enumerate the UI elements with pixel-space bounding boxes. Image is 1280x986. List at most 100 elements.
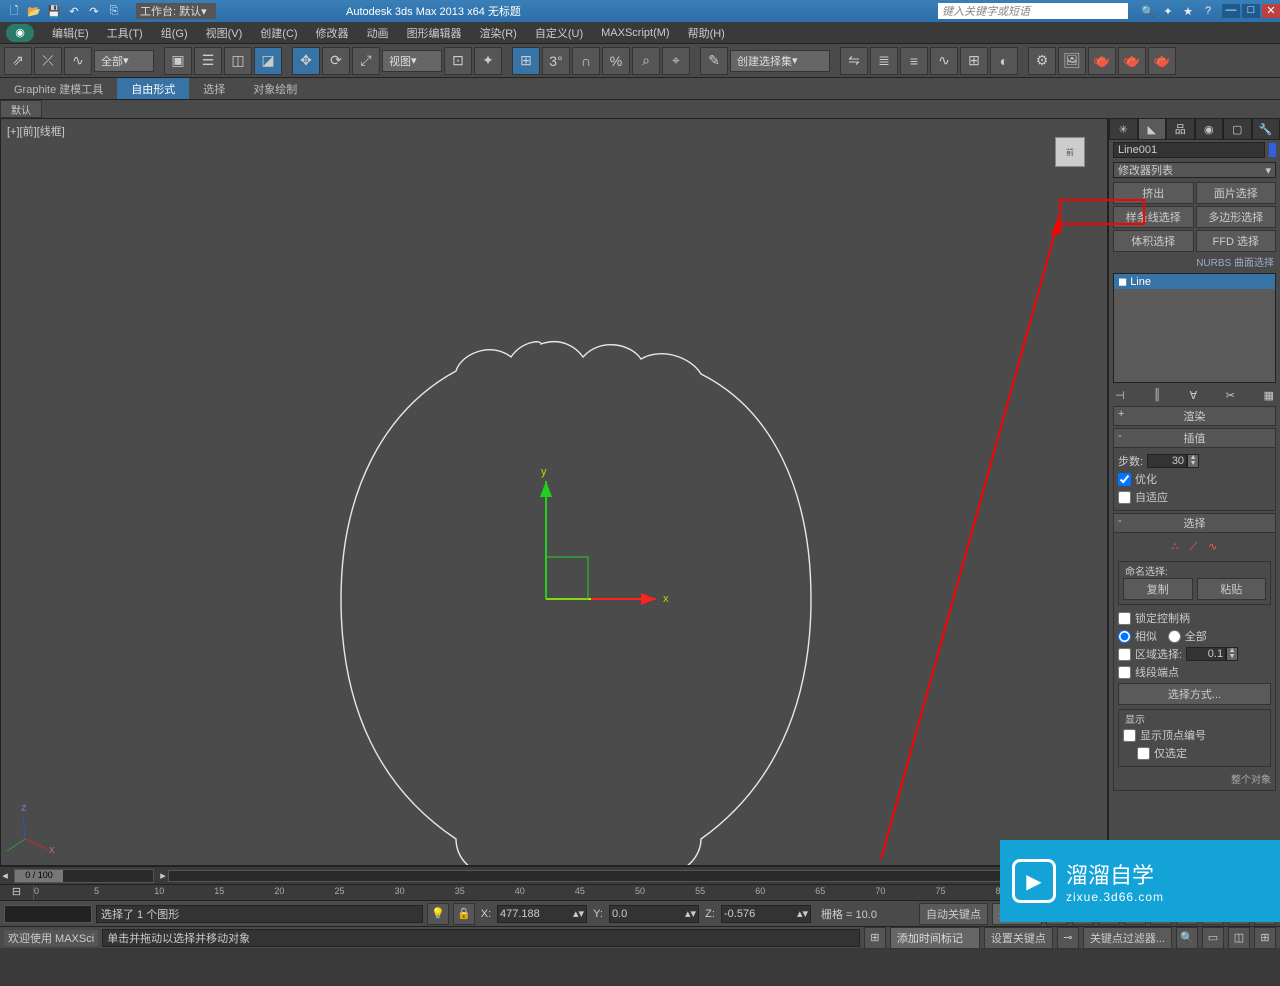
time-scroll-left[interactable]: ◂ [0, 869, 10, 882]
ribbon-tab-paint[interactable]: 对象绘制 [239, 78, 311, 99]
viewport-front[interactable]: [+][前][线框] 前 x y z x [0, 118, 1108, 866]
segment-end-checkbox[interactable]: 线段端点 [1118, 663, 1271, 681]
modifier-stack[interactable]: ◼ Line [1113, 273, 1276, 383]
snap-icon[interactable]: ⊞ [512, 47, 540, 75]
object-color-swatch[interactable] [1269, 143, 1276, 157]
layers-icon[interactable]: ≡ [900, 47, 928, 75]
time-scroll-right[interactable]: ▸ [158, 869, 168, 882]
nurbs-surface-link[interactable]: NURBS 曲面选择 [1109, 254, 1280, 269]
render-icon[interactable]: 🫖 [1088, 47, 1116, 75]
similar-radio[interactable]: 相似 全部 [1118, 627, 1271, 645]
menu-maxscript[interactable]: MAXScript(M) [593, 25, 677, 41]
mod-ffdsel-button[interactable]: FFD 选择 [1196, 230, 1277, 252]
isolate-icon[interactable]: 🔒 [453, 903, 475, 925]
lock-handles-checkbox[interactable]: 锁定控制柄 [1118, 609, 1271, 627]
menu-create[interactable]: 创建(C) [252, 23, 305, 43]
menu-tools[interactable]: 工具(T) [99, 23, 151, 43]
time-slider[interactable]: 0 / 100 [14, 869, 154, 883]
optimize-checkbox[interactable]: 优化 [1118, 470, 1271, 488]
paste-sel-button[interactable]: 粘贴 [1197, 578, 1267, 600]
material-editor-icon[interactable]: ◐ [990, 47, 1018, 75]
y-coord-input[interactable]: 0.0▴▾ [609, 905, 699, 923]
exchange-icon[interactable]: ✦ [1160, 3, 1176, 19]
modifier-list-dropdown[interactable]: 修改器列表▾ [1113, 162, 1276, 178]
tab-modify-icon[interactable]: ◣ [1138, 118, 1167, 140]
menu-group[interactable]: 组(G) [153, 23, 196, 43]
nav-region-icon[interactable]: ◫ [1228, 927, 1250, 949]
selection-filter-dropdown[interactable]: 全部 ▾ [94, 50, 154, 72]
show-vertnum-checkbox[interactable]: 显示顶点编号 [1123, 726, 1266, 744]
adaptive-checkbox[interactable]: 自适应 [1118, 488, 1271, 506]
tab-motion-icon[interactable]: ◉ [1195, 118, 1224, 140]
scale-icon[interactable]: ⤢ [352, 47, 380, 75]
x-coord-input[interactable]: 477.188▴▾ [497, 905, 587, 923]
vertex-level-icon[interactable]: ∴ [1171, 541, 1178, 553]
mod-volsel-button[interactable]: 体积选择 [1113, 230, 1194, 252]
time-config-icon[interactable]: ⊞ [864, 927, 886, 949]
mod-polysel-button[interactable]: 多边形选择 [1196, 206, 1277, 228]
menu-grapheditors[interactable]: 图形编辑器 [399, 23, 470, 43]
move-icon[interactable]: ✥ [292, 47, 320, 75]
trackbar-toggle-icon[interactable]: ⊟ [0, 885, 34, 900]
spline-level-icon[interactable]: ∿ [1208, 541, 1217, 553]
steps-input[interactable] [1147, 454, 1187, 468]
tab-create-icon[interactable]: ✳ [1109, 118, 1138, 140]
menu-animation[interactable]: 动画 [359, 23, 397, 43]
angle-snap-icon[interactable]: 3° [542, 47, 570, 75]
pin-stack-icon[interactable]: ⊣ [1115, 389, 1125, 402]
autokey-button[interactable]: 自动关键点 [919, 903, 988, 925]
stack-item-line[interactable]: ◼ Line [1114, 274, 1275, 289]
named-sets-edit-icon[interactable]: ✎ [700, 47, 728, 75]
menu-help[interactable]: 帮助(H) [680, 23, 733, 43]
ribbon-tab-freeform[interactable]: 自由形式 [117, 78, 189, 99]
ribbon-tab-graphite[interactable]: Graphite 建模工具 [0, 78, 117, 99]
tab-utilities-icon[interactable]: 🔧 [1252, 118, 1280, 140]
menu-modifiers[interactable]: 修改器 [308, 23, 357, 43]
set-key-button[interactable]: 设置关键点 [984, 927, 1053, 949]
app-menu-button[interactable]: ◉ [6, 24, 34, 42]
window-crossing-icon[interactable]: ◪ [254, 47, 282, 75]
object-name-input[interactable] [1113, 142, 1265, 158]
workspace-dropdown[interactable]: 工作台: 默认 ▾ [136, 3, 216, 19]
configure-sets-icon[interactable]: ▦ [1264, 389, 1274, 402]
only-selected-checkbox[interactable]: 仅选定 [1123, 744, 1266, 762]
bind-spacewarp-icon[interactable]: ∿ [64, 47, 92, 75]
show-end-icon[interactable]: ║ [1153, 389, 1161, 402]
area-select-checkbox[interactable]: 区域选择: ▲▼ [1118, 645, 1271, 663]
favorite-icon[interactable]: ★ [1180, 3, 1196, 19]
tab-display-icon[interactable]: ▢ [1223, 118, 1252, 140]
menu-edit[interactable]: 编辑(E) [44, 23, 97, 43]
pivot-icon[interactable]: ⊡ [444, 47, 472, 75]
rotate-icon[interactable]: ⟳ [322, 47, 350, 75]
unlink-icon[interactable]: ⤫ [34, 47, 62, 75]
lock-selection-icon[interactable]: 💡 [427, 903, 449, 925]
mirror-icon[interactable]: ⇋ [840, 47, 868, 75]
spinner-snap-icon[interactable]: % [602, 47, 630, 75]
menu-customize[interactable]: 自定义(U) [527, 23, 591, 43]
nav-maxtoggle-icon[interactable]: ⊞ [1254, 927, 1276, 949]
qat-link-icon[interactable]: ⎘ [106, 3, 122, 19]
qat-undo-icon[interactable]: ↶ [66, 3, 82, 19]
select-icon[interactable]: ▣ [164, 47, 192, 75]
help-search-input[interactable]: 键入关键字或短语 [938, 3, 1128, 19]
minimize-button[interactable]: — [1222, 4, 1240, 18]
close-button[interactable]: ✕ [1262, 4, 1280, 18]
tab-hierarchy-icon[interactable]: 品 [1166, 118, 1195, 140]
rollout-selection[interactable]: -选择 [1113, 513, 1276, 533]
unique-icon[interactable]: ∀ [1190, 389, 1198, 402]
steps-spinner[interactable]: ▲▼ [1187, 454, 1199, 468]
ribbon-tab-selection[interactable]: 选择 [189, 78, 239, 99]
maximize-button[interactable]: □ [1242, 4, 1260, 18]
select-region-icon[interactable]: ◫ [224, 47, 252, 75]
mod-extrude-button[interactable]: 挤出 [1113, 182, 1194, 204]
rollout-render[interactable]: +渲染 [1113, 406, 1276, 426]
menu-views[interactable]: 视图(V) [198, 23, 251, 43]
named-selection-dropdown[interactable]: 创建选择集 ▾ [730, 50, 830, 72]
qat-save-icon[interactable]: 💾 [46, 3, 62, 19]
curve-editor-icon[interactable]: ∿ [930, 47, 958, 75]
refcoord-dropdown[interactable]: 视图 ▾ [382, 50, 442, 72]
percent-snap-icon[interactable]: ∩ [572, 47, 600, 75]
area-value-input[interactable] [1186, 647, 1226, 661]
nav-fov-icon[interactable]: ▭ [1202, 927, 1224, 949]
link-icon[interactable]: ⇗ [4, 47, 32, 75]
